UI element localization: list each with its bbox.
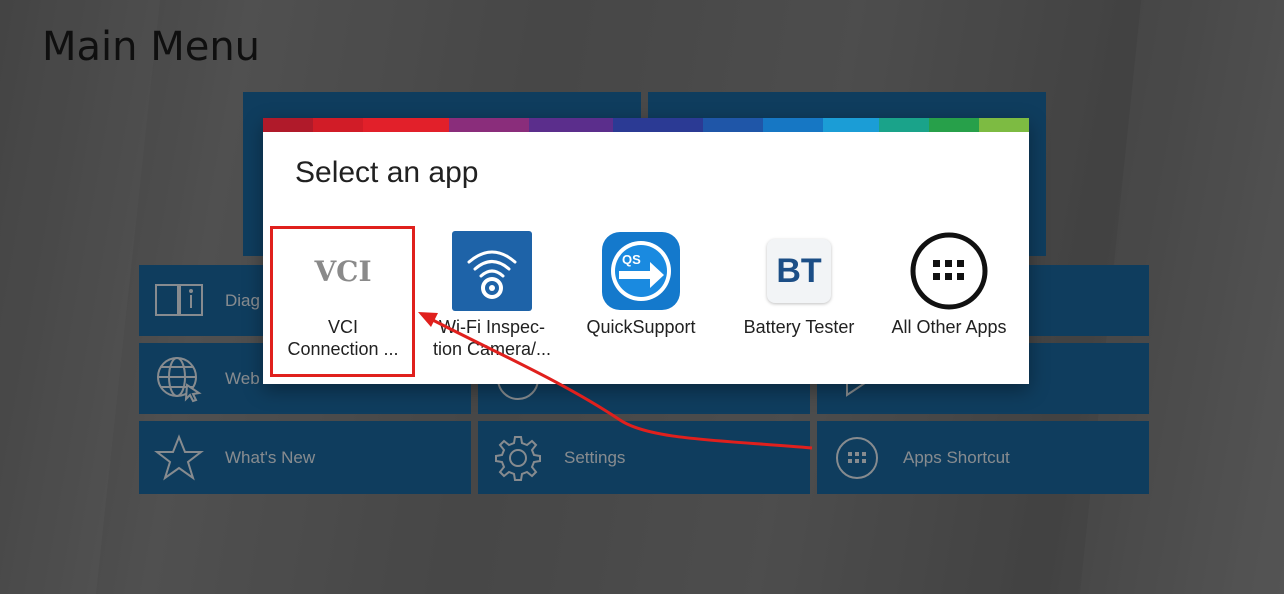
quicksupport-icon: QS <box>600 230 682 312</box>
vci-highlight-box <box>270 226 415 377</box>
battery-tester-icon: BT <box>758 230 840 312</box>
app-label: QuickSupport <box>586 317 696 337</box>
dialog-title: Select an app <box>295 156 479 189</box>
wifi-camera-icon <box>451 230 533 312</box>
app-label: Wi-Fi Inspec- tion Camera/... <box>432 317 552 359</box>
svg-text:QS: QS <box>622 252 641 267</box>
all-apps-icon <box>908 230 990 312</box>
app-option-battery-tester[interactable]: BT Battery Tester <box>725 230 873 338</box>
app-option-quicksupport[interactable]: QS QuickSupport <box>567 230 715 338</box>
brand-color-stripe <box>263 118 1029 132</box>
app-option-all-other-apps[interactable]: All Other Apps <box>875 230 1023 338</box>
main-menu-screen: Main Menu Diag Web What's New Settings A… <box>0 0 1284 594</box>
app-label: Battery Tester <box>743 317 855 337</box>
app-label: All Other Apps <box>891 317 1007 337</box>
app-option-wifi-camera[interactable]: Wi-Fi Inspec- tion Camera/... <box>418 230 566 360</box>
